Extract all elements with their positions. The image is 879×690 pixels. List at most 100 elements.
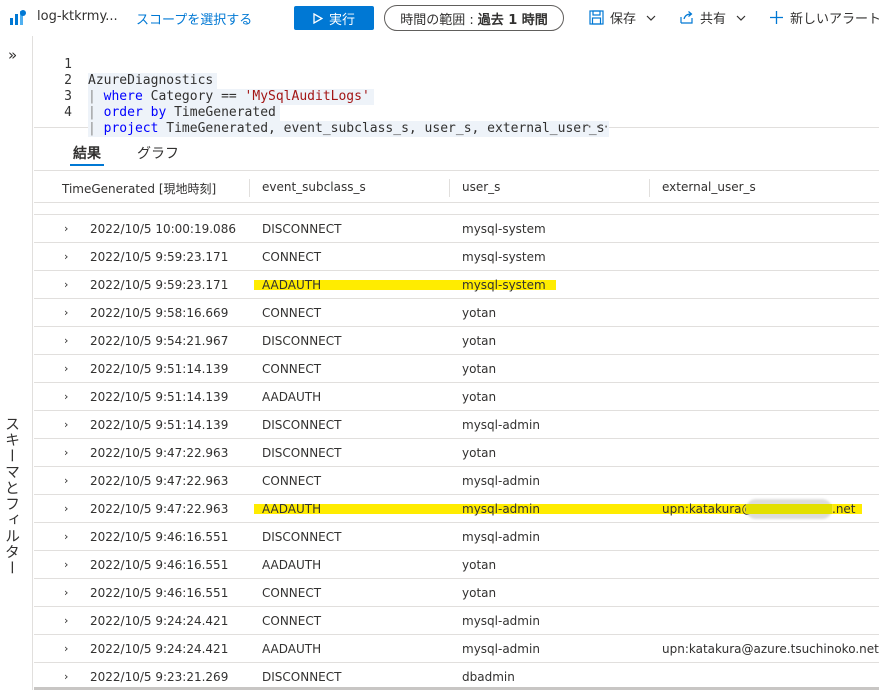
tab-chart[interactable]: グラフ: [137, 143, 179, 163]
table-row[interactable]: › 2022/10/5 9:23:21.269 DISCONNECT dbadmin: [34, 663, 879, 690]
play-icon: [313, 12, 323, 24]
expand-row-chevron-icon[interactable]: ›: [64, 390, 68, 403]
column-header-event[interactable]: event_subclass_s: [262, 180, 366, 194]
table-row[interactable]: › 2022/10/5 9:54:21.967 DISCONNECT yotan: [34, 327, 879, 355]
column-header-time[interactable]: TimeGenerated [現地時刻]: [62, 180, 216, 197]
table-row[interactable]: › 2022/10/5 9:59:23.171 AADAUTH mysql-syste…: [34, 271, 879, 299]
table-row[interactable]: › 2022/10/5 9:47:22.963 AADAUTH mysql-admin…: [34, 495, 879, 523]
save-icon: [589, 10, 604, 25]
tab-results[interactable]: 結果: [73, 143, 101, 163]
table-row[interactable]: › 2022/10/5 9:58:16.669 CONNECT yotan: [34, 299, 879, 327]
cell-event-subclass: CONNECT: [262, 362, 322, 376]
cell-time: 2022/10/5 9:23:21.269: [90, 670, 229, 684]
line-number: 4: [64, 105, 72, 120]
expand-row-chevron-icon[interactable]: ›: [64, 446, 68, 459]
code-line-1: 1 AzureDiagnostics: [34, 41, 218, 89]
expand-row-chevron-icon[interactable]: ›: [64, 502, 68, 515]
expand-row-chevron-icon[interactable]: ›: [64, 670, 68, 683]
cell-event-subclass: CONNECT: [262, 474, 322, 488]
select-scope-link[interactable]: スコープを選択する: [136, 9, 252, 28]
table-row[interactable]: › 2022/10/5 9:46:16.551 AADAUTH yotan: [34, 551, 879, 579]
cell-event-subclass: AADAUTH: [262, 642, 322, 656]
cell-time: 2022/10/5 9:46:16.551: [90, 558, 229, 572]
expand-row-chevron-icon[interactable]: ›: [64, 362, 68, 375]
table-row[interactable]: › 2022/10/5 9:47:22.963 CONNECT mysql-admin: [34, 467, 879, 495]
schema-filter-label[interactable]: スキーマとフィルター: [2, 416, 23, 576]
share-label: 共有: [700, 12, 727, 27]
cell-event-subclass: AADAUTH: [262, 502, 322, 516]
table-row[interactable]: › 2022/10/5 9:24:24.421 AADAUTH mysql-admin…: [34, 635, 879, 663]
cell-time: 2022/10/5 9:46:16.551: [90, 530, 229, 544]
code-line-2: 2 | where Category == 'MySqlAuditLogs': [34, 57, 374, 105]
cell-user: yotan: [462, 334, 497, 348]
cell-user: yotan: [462, 586, 497, 600]
workspace-name[interactable]: log-ktkrmy...: [37, 9, 118, 24]
new-alert-rule-button[interactable]: 新しいアラート ルール: [769, 8, 879, 27]
cell-user: mysql-admin: [462, 614, 540, 628]
result-tabs: 結果 グラフ: [34, 134, 879, 170]
cell-event-subclass: CONNECT: [262, 586, 322, 600]
log-analytics-icon: [10, 10, 26, 25]
redacted-highlight: [746, 504, 832, 514]
expand-row-chevron-icon[interactable]: ›: [64, 418, 68, 431]
cell-user: yotan: [462, 558, 497, 572]
schema-filter-pane: » スキーマとフィルター: [0, 36, 33, 690]
query-editor[interactable]: 1 AzureDiagnostics 2 | where Category ==…: [34, 36, 879, 137]
cell-time: 2022/10/5 9:24:24.421: [90, 642, 229, 656]
code-line-3: 3 | order by TimeGenerated: [34, 73, 280, 121]
cell-time: 2022/10/5 9:47:22.963: [90, 446, 229, 460]
active-tab-indicator: [70, 164, 104, 166]
expand-row-chevron-icon[interactable]: ›: [64, 530, 68, 543]
column-separator[interactable]: [649, 179, 650, 197]
time-range-picker[interactable]: 時間の範囲 : 過去 1 時間: [384, 5, 564, 31]
column-header-user[interactable]: user_s: [462, 180, 500, 194]
expand-chevron-icon[interactable]: »: [8, 46, 17, 64]
string-literal: 'MySqlAuditLogs': [244, 89, 370, 104]
column-header-external-user[interactable]: external_user_s: [662, 180, 756, 194]
table-row[interactable]: › 2022/10/5 9:47:22.963 DISCONNECT yotan: [34, 439, 879, 467]
share-button[interactable]: 共有: [679, 8, 746, 27]
save-label: 保存: [610, 12, 637, 27]
expand-row-chevron-icon[interactable]: ›: [64, 334, 68, 347]
cell-user: mysql-system: [462, 250, 546, 264]
expand-row-chevron-icon[interactable]: ›: [64, 642, 68, 655]
code-text: | order by TimeGenerated: [88, 105, 280, 121]
time-range-label: 時間の範囲 :: [400, 12, 474, 28]
cell-time: 2022/10/5 9:47:22.963: [90, 474, 229, 488]
cell-user: mysql-admin: [462, 474, 540, 488]
grid-header: TimeGenerated [現地時刻] event_subclass_s us…: [34, 170, 879, 203]
column-separator[interactable]: [449, 179, 450, 197]
table-row[interactable]: › 2022/10/5 9:59:23.171 CONNECT mysql-syste…: [34, 243, 879, 271]
keyword: where: [103, 89, 143, 104]
expand-row-chevron-icon[interactable]: ›: [64, 278, 68, 291]
results-grid: › 2022/10/5 10:00:19.086 DISCONNECT mysql-s…: [34, 170, 879, 690]
cell-time: 2022/10/5 9:47:22.963: [90, 502, 229, 516]
run-button[interactable]: 実行: [294, 6, 374, 30]
expand-row-chevron-icon[interactable]: ›: [64, 222, 68, 235]
table-row[interactable]: › 2022/10/5 9:24:24.421 CONNECT mysql-admin: [34, 607, 879, 635]
table-row[interactable]: › 2022/10/5 9:51:14.139 CONNECT yotan: [34, 355, 879, 383]
expand-row-chevron-icon[interactable]: ›: [64, 250, 68, 263]
pipe-operator: |: [88, 89, 96, 104]
expand-row-chevron-icon[interactable]: ›: [64, 306, 68, 319]
table-row[interactable]: › 2022/10/5 9:51:14.139 DISCONNECT mysql-ad…: [34, 411, 879, 439]
expand-row-chevron-icon[interactable]: ›: [64, 614, 68, 627]
cell-user: mysql-admin: [462, 502, 540, 516]
expand-row-chevron-icon[interactable]: ›: [64, 586, 68, 599]
cell-user: yotan: [462, 446, 497, 460]
expand-row-chevron-icon[interactable]: ›: [64, 474, 68, 487]
column-separator[interactable]: [249, 179, 250, 197]
table-row[interactable]: › 2022/10/5 9:51:14.139 AADAUTH yotan: [34, 383, 879, 411]
table-row[interactable]: › 2022/10/5 9:46:16.551 DISCONNECT mysql-ad…: [34, 523, 879, 551]
cell-time: 2022/10/5 9:51:14.139: [90, 390, 229, 404]
cell-user: mysql-system: [462, 222, 546, 236]
table-row[interactable]: › 2022/10/5 9:46:16.551 CONNECT yotan: [34, 579, 879, 607]
splitter-handle[interactable]: ···: [586, 120, 611, 134]
cell-event-subclass: CONNECT: [262, 250, 322, 264]
cell-external-user-suffix: .net: [832, 502, 856, 516]
save-button[interactable]: 保存: [589, 8, 656, 27]
expand-row-chevron-icon[interactable]: ›: [64, 558, 68, 571]
cell-user: dbadmin: [462, 670, 515, 684]
table-row[interactable]: › 2022/10/5 10:00:19.086 DISCONNECT mysql-s…: [34, 215, 879, 243]
cell-external-user: upn:katakura@azure.tsuchinoko.net: [662, 642, 879, 656]
